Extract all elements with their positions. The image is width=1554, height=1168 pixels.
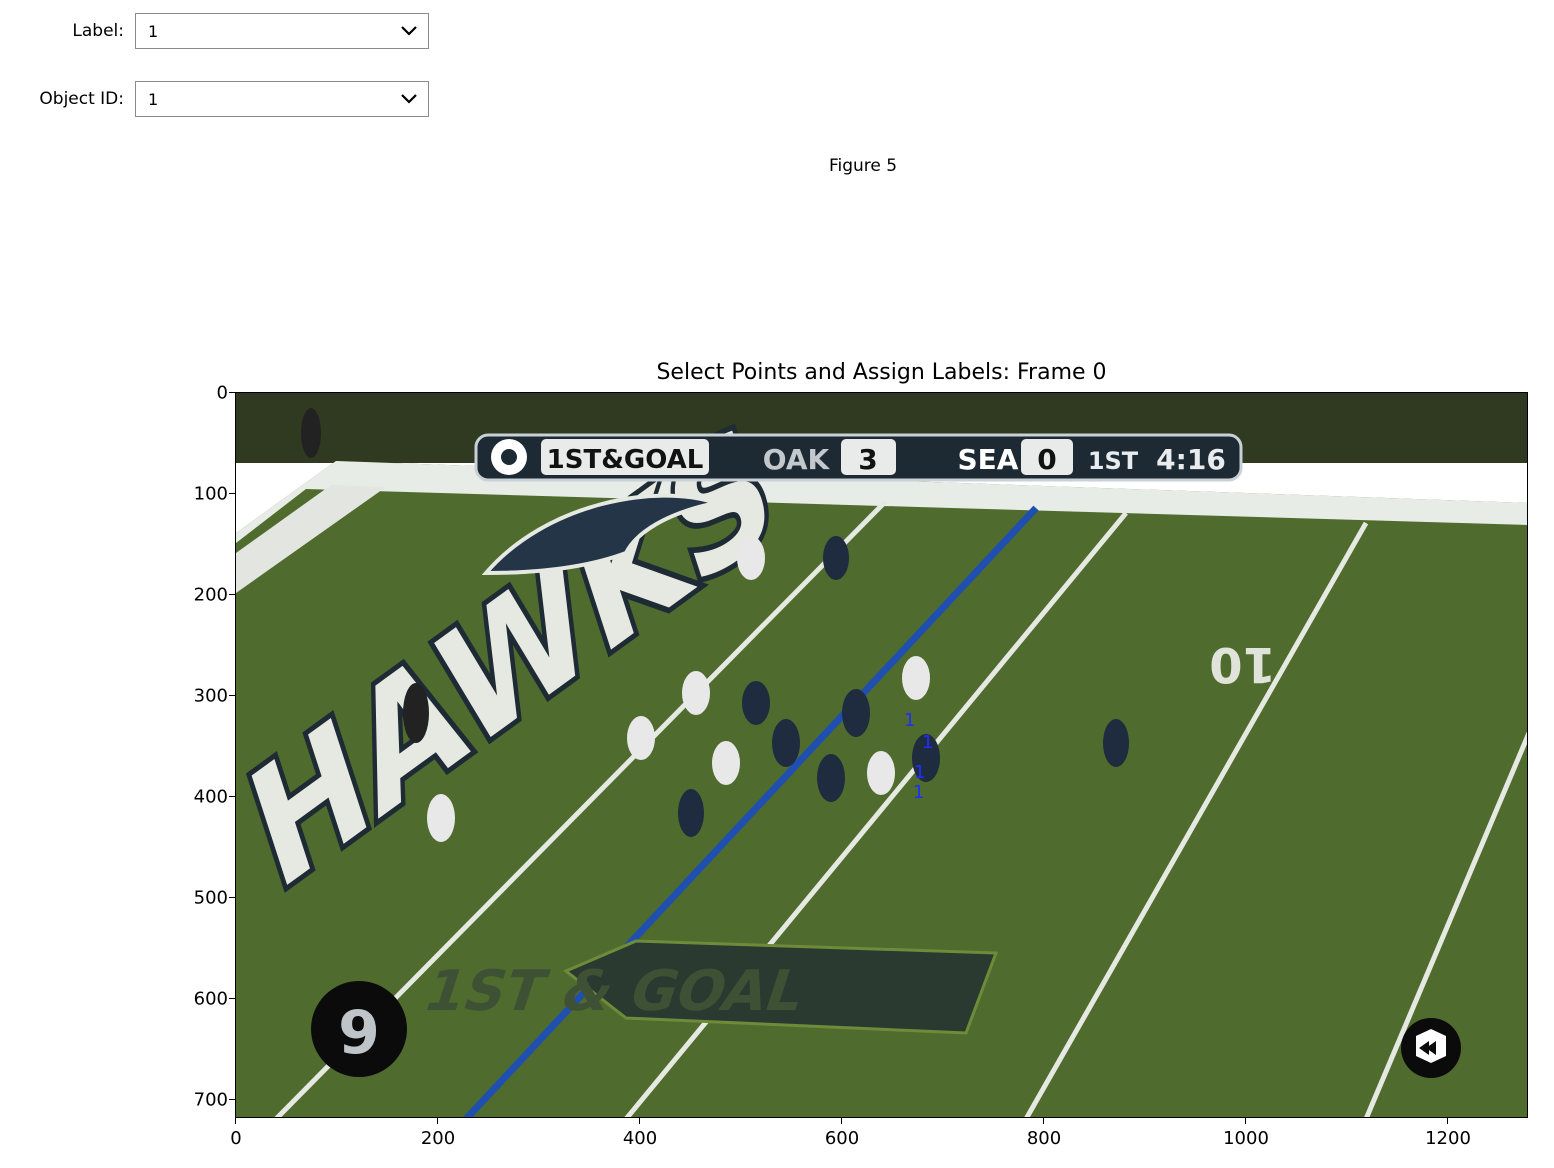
object-id-dropdown-value: 1 (148, 89, 159, 109)
y-tick-label: 300 (193, 685, 228, 707)
label-dropdown-value: 1 (148, 21, 159, 41)
object-id-caption: Object ID: (39, 89, 124, 109)
score-home-team: SEA (958, 443, 1019, 476)
y-tick-label: 100 (193, 483, 228, 505)
y-tick-label: 0 (216, 382, 228, 404)
label-caption: Label: (72, 21, 124, 41)
x-tick-label: 1200 (1425, 1128, 1471, 1149)
plot-title: Select Points and Assign Labels: Frame 0 (656, 360, 1107, 385)
object-id-dropdown[interactable]: 1 (135, 81, 429, 117)
x-tick-label: 200 (420, 1128, 456, 1149)
frame-image-axes[interactable]: HAWKS 1ST&GOAL OAK 3 SEA 0 1ST 4:16 10 1… (235, 392, 1528, 1118)
x-tick-label: 0 (230, 1128, 242, 1149)
y-tick-label: 600 (193, 988, 228, 1010)
score-clock: 4:16 (1156, 443, 1226, 476)
y-tick-label: 700 (193, 1089, 228, 1111)
object-id-control: Object ID: 1 (0, 80, 429, 118)
x-tick-label: 400 (622, 1128, 658, 1149)
y-tick-label: 200 (193, 584, 228, 606)
point-label: 1 (913, 782, 924, 803)
video-frame[interactable]: HAWKS 1ST&GOAL OAK 3 SEA 0 1ST 4:16 10 1… (236, 393, 1528, 1118)
yard-marker: 10 (1209, 636, 1276, 692)
channel-badge: 9 (311, 981, 407, 1077)
point-label: 1 (904, 710, 915, 731)
y-tick-label: 500 (193, 887, 228, 909)
x-tick-label: 1000 (1223, 1128, 1269, 1149)
field-graphic-text: 1ST & GOAL (416, 958, 813, 1023)
figure-label: Figure 5 (828, 156, 898, 176)
channel-badge-text: 9 (338, 998, 380, 1068)
scoreboard: 1ST&GOAL OAK 3 SEA 0 1ST 4:16 (474, 433, 1243, 482)
score-down: 1ST&GOAL (547, 445, 704, 475)
chevron-down-icon (400, 90, 418, 108)
y-tick-label: 400 (193, 786, 228, 808)
label-dropdown[interactable]: 1 (135, 13, 429, 49)
score-quarter: 1ST (1088, 447, 1139, 475)
x-tick-label: 800 (1026, 1128, 1062, 1149)
score-away-team: OAK (763, 443, 831, 476)
point-label: 1 (914, 762, 925, 783)
label-control: Label: 1 (0, 12, 429, 50)
chevron-down-icon (400, 22, 418, 40)
point-label: 1 (922, 732, 933, 753)
score-home-points: 0 (1037, 443, 1056, 476)
score-away-points: 3 (858, 443, 877, 476)
network-logo-icon (1401, 1018, 1461, 1078)
x-tick-label: 600 (824, 1128, 860, 1149)
